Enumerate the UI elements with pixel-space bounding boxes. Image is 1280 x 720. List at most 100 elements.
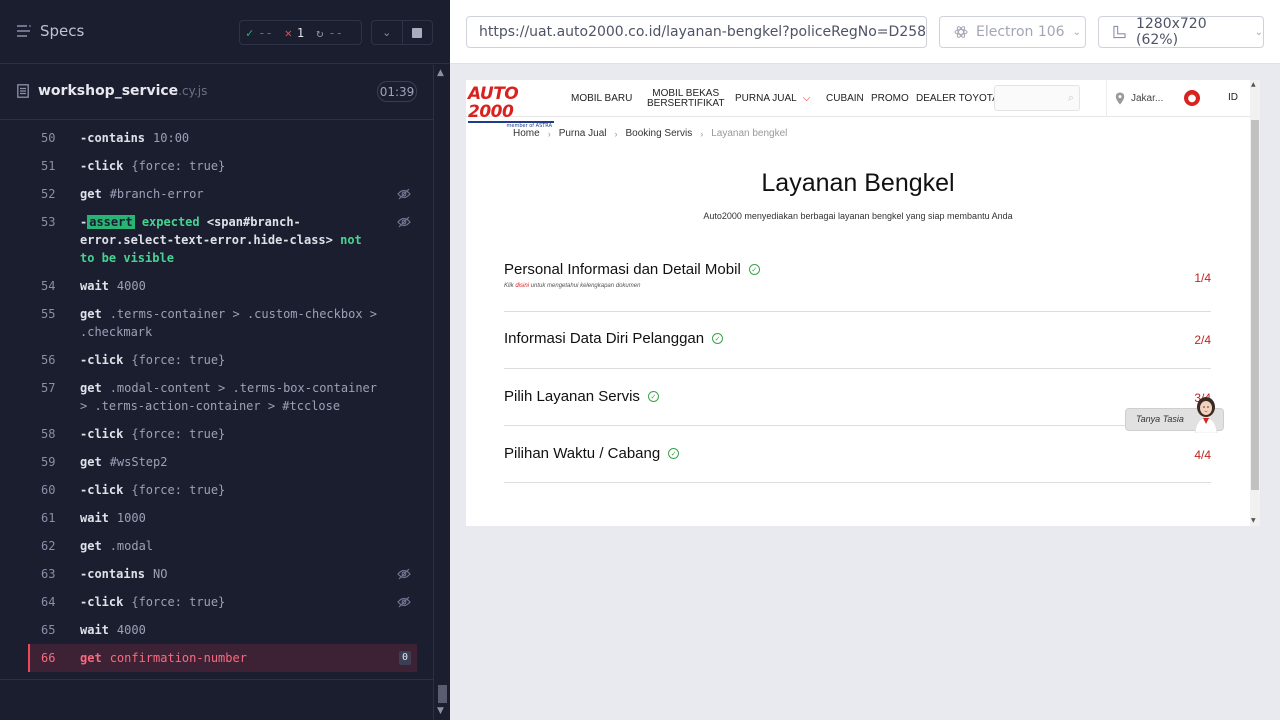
command-argument: {force: true} — [131, 483, 226, 497]
command-argument: .terms-container > .custom-checkbox > .c… — [80, 307, 377, 339]
specs-toggle[interactable]: Specs — [17, 22, 84, 40]
step-title: Personal Informasi dan Detail Mobil — [504, 261, 741, 278]
command-row[interactable]: 60 -click {force: true} — [30, 476, 417, 504]
command-row[interactable]: 61 wait 1000 — [30, 504, 417, 532]
command-row[interactable]: 53- assert expected <span#branch-error.se… — [30, 208, 417, 272]
command-number: 63 — [41, 567, 56, 581]
stop-button[interactable] — [403, 21, 433, 44]
viewport-selector[interactable]: 1280x720 (62%) ⌄ — [1098, 16, 1264, 48]
command-row[interactable]: 59 get #wsStep2 — [30, 448, 417, 476]
page-subtitle: Auto2000 menyediakan berbagai layanan be… — [703, 211, 1013, 221]
command-number: 56 — [41, 353, 56, 367]
command-number: 54 — [41, 279, 56, 293]
command-number: 58 — [41, 427, 56, 441]
spec-file-name: workshop_service — [38, 83, 179, 99]
document-info-link[interactable]: disini — [515, 283, 529, 289]
command-row[interactable]: 50 -contains 10:00 — [30, 124, 417, 152]
menu-lines-icon — [17, 25, 31, 37]
chevron-down-icon: ⌄ — [382, 26, 392, 39]
spec-file-link[interactable]: workshop_service.cy.js — [17, 83, 207, 99]
breadcrumb-home[interactable]: Home — [513, 128, 540, 139]
page-scrollbar[interactable]: ▲ ▼ — [1250, 80, 1260, 526]
command-row[interactable]: 56 -click {force: true} — [30, 346, 417, 374]
nav-mobil-bekas[interactable]: MOBIL BEKAS BERSERTIFIKAT — [647, 80, 724, 117]
command-row[interactable]: 63 -contains NO — [30, 560, 417, 588]
command-row[interactable]: 65 wait 4000 — [30, 616, 417, 644]
scrollbar-thumb[interactable] — [1251, 120, 1259, 490]
step-personal-info[interactable]: Personal Informasi dan Detail Mobil ✓ Kli… — [504, 255, 1211, 312]
location-selector[interactable]: Jakar... — [1106, 80, 1163, 117]
command-number: 57 — [41, 381, 56, 395]
chevron-down-icon: ⌄ — [1254, 26, 1263, 38]
x-icon: ✕ — [284, 25, 292, 40]
command-row[interactable]: 58 -click {force: true} — [30, 420, 417, 448]
nav-dealer-toyota[interactable]: DEALER TOYOTA — [916, 80, 999, 117]
electron-icon — [954, 26, 968, 38]
breadcrumb-purna-jual[interactable]: Purna Jual — [559, 128, 607, 139]
command-name: -click — [80, 159, 124, 173]
command-name: -click — [80, 483, 124, 497]
url-bar[interactable]: https://uat.auto2000.co.id/layanan-bengk… — [466, 16, 927, 48]
command-row[interactable]: 54 wait 4000 — [30, 272, 417, 300]
command-row[interactable]: 51 -click {force: true} — [30, 152, 417, 180]
nav-mobil-baru[interactable]: MOBIL BARU — [571, 80, 632, 117]
scroll-up-arrow-icon[interactable]: ▲ — [437, 68, 444, 78]
step-title: Pilih Layanan Servis — [504, 388, 640, 405]
command-argument: confirmation-number — [109, 651, 247, 665]
step-time-branch[interactable]: Pilihan Waktu / Cabang ✓ 4/4 — [504, 426, 1211, 483]
check-circle-icon: ✓ — [647, 391, 659, 402]
nav-cubain[interactable]: CUBAIN — [826, 80, 864, 117]
step-number: 2/4 — [1194, 333, 1211, 347]
eye-slash-icon — [397, 567, 411, 580]
command-row[interactable]: 66 get confirmation-number 0 — [28, 644, 417, 672]
command-number: 51 — [41, 159, 56, 173]
command-argument: 4000 — [116, 623, 146, 637]
run-controls: ⌄ — [371, 20, 433, 45]
scroll-down-arrow-icon[interactable]: ▼ — [437, 706, 444, 716]
chevron-right-icon: › — [547, 128, 551, 139]
scrollbar-thumb[interactable] — [438, 685, 447, 703]
assert-expected: expected — [141, 215, 200, 229]
check-circle-icon: ✓ — [748, 264, 760, 275]
nav-purna-jual[interactable]: PURNA JUAL ⌵ — [735, 80, 810, 117]
collapse-button[interactable]: ⌄ — [372, 21, 403, 44]
breadcrumb-booking-servis[interactable]: Booking Servis — [626, 128, 693, 139]
command-number: 62 — [41, 539, 56, 553]
step-service-selection[interactable]: Pilih Layanan Servis✓ 3/4 — [504, 369, 1211, 426]
command-name: -click — [80, 427, 124, 441]
command-row[interactable]: 52 get #branch-error — [30, 180, 417, 208]
site-search-input[interactable]: ⌕ — [994, 85, 1080, 111]
location-pin-icon — [1115, 92, 1125, 105]
step-customer-data[interactable]: Informasi Data Diri Pelanggan ✓ 2/4 — [504, 312, 1211, 369]
command-row[interactable]: 55 get .terms-container > .custom-checkbox… — [30, 300, 417, 346]
step-title: Pilihan Waktu / Cabang — [504, 445, 661, 462]
language-toggle[interactable]: ID — [1228, 92, 1238, 103]
browser-selector[interactable]: Electron 106 ⌄ — [939, 16, 1086, 48]
passed-stat: ✓ -- — [246, 25, 273, 40]
command-number: 60 — [41, 483, 56, 497]
command-log-scrollbar[interactable]: ▲ ▼ — [433, 65, 450, 720]
command-argument: #wsStep2 — [109, 455, 168, 469]
step-title: Informasi Data Diri Pelanggan — [504, 330, 705, 347]
viewport-scale: (62%) — [1135, 32, 1179, 48]
eye-slash-icon — [397, 187, 411, 200]
user-account-icon[interactable]: ● — [1184, 90, 1200, 106]
scroll-up-arrow-icon[interactable]: ▲ — [1251, 81, 1256, 88]
chevron-right-icon: › — [700, 128, 704, 139]
command-row[interactable]: 64 -click {force: true} — [30, 588, 417, 616]
site-header: AUTO 2000 member of ASTRA MOBIL BARU MOB… — [466, 80, 1260, 129]
command-name: get — [80, 307, 102, 321]
auto2000-logo[interactable]: AUTO 2000 member of ASTRA — [468, 85, 554, 129]
command-row[interactable]: 57 get .modal-content > .terms-box-contain… — [30, 374, 417, 420]
command-number: 53 — [41, 215, 56, 229]
document-note: Klik disini untuk mengetahui kelengkapan… — [504, 283, 641, 289]
scroll-down-arrow-icon[interactable]: ▼ — [1251, 517, 1256, 524]
command-row[interactable]: 62 get .modal — [30, 532, 417, 560]
assistant-avatar-icon[interactable] — [1191, 393, 1221, 433]
command-name: -click — [80, 353, 124, 367]
test-duration: 01:39 — [377, 81, 417, 102]
specs-label: Specs — [40, 22, 85, 40]
command-name: wait — [80, 279, 109, 293]
divider — [0, 679, 433, 680]
nav-promo[interactable]: PROMO — [871, 80, 909, 117]
